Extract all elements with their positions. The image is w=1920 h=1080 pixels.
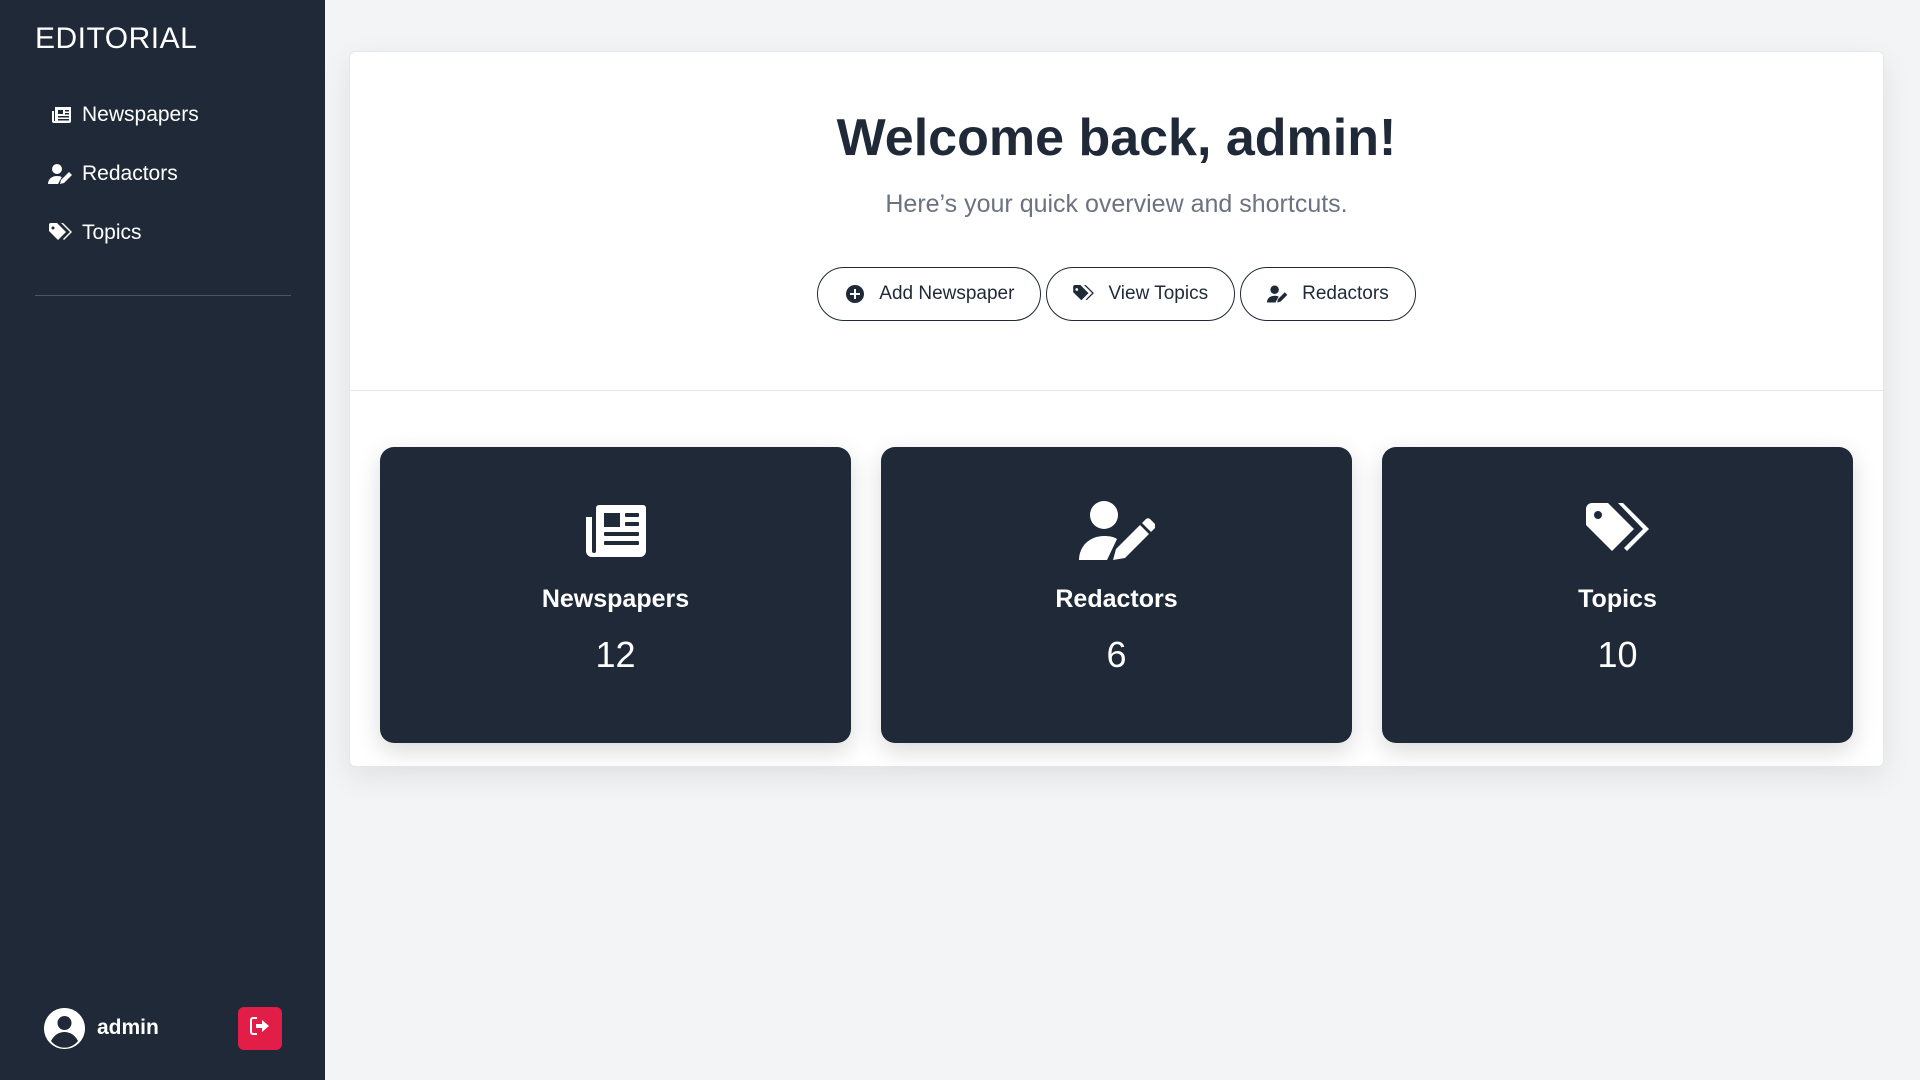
stat-card-redactors[interactable]: Redactors 6 [881, 447, 1352, 743]
brand-title: EDITORIAL [35, 22, 198, 55]
logout-button[interactable] [238, 1006, 282, 1050]
sidebar-item-newspapers[interactable]: Newspapers [48, 98, 278, 132]
stats-cards: Newspapers 12 Redactors 6 Topics 10 [380, 447, 1853, 743]
sidebar-item-topics[interactable]: Topics [48, 216, 278, 250]
stat-label: Newspapers [541, 585, 690, 613]
button-label: View Topics [1108, 283, 1209, 304]
page-title: Welcome back, admin! [836, 109, 1397, 167]
newspaper-icon [585, 501, 647, 561]
stat-value: 6 [1106, 634, 1127, 675]
stat-label: Redactors [1055, 585, 1178, 613]
dashboard-panel: Welcome back, admin! Here’s your quick o… [349, 51, 1884, 767]
view-topics-button[interactable]: View Topics [1046, 267, 1236, 321]
sidebar-item-label: Newspapers [82, 103, 199, 126]
stat-value: 10 [1597, 634, 1638, 675]
sidebar-nav: Newspapers Redactors Topics [48, 98, 278, 275]
logout-icon [250, 1016, 270, 1040]
page-subtitle: Here’s your quick overview and shortcuts… [885, 190, 1348, 218]
tags-icon [1585, 501, 1650, 561]
user-area: admin [44, 1006, 282, 1050]
newspaper-icon [48, 104, 74, 126]
sidebar-item-label: Topics [82, 221, 142, 244]
redactors-button[interactable]: Redactors [1240, 267, 1416, 321]
stat-card-topics[interactable]: Topics 10 [1382, 447, 1853, 743]
username: admin [97, 1016, 159, 1039]
button-label: Redactors [1302, 283, 1389, 304]
quick-actions: Add Newspaper View Topics Redactors [350, 267, 1883, 321]
stat-label: Topics [1578, 585, 1657, 613]
sidebar-divider [35, 295, 291, 296]
sidebar-item-redactors[interactable]: Redactors [48, 157, 278, 191]
sidebar: EDITORIAL Newspapers Redactors Topics ad… [0, 0, 325, 1080]
tags-icon [1073, 284, 1095, 304]
plus-circle-icon [844, 284, 866, 304]
stat-card-newspapers[interactable]: Newspapers 12 [380, 447, 851, 743]
sidebar-item-label: Redactors [82, 162, 178, 185]
button-label: Add Newspaper [879, 283, 1015, 304]
welcome-hero: Welcome back, admin! Here’s your quick o… [350, 52, 1883, 391]
tags-icon [48, 222, 74, 244]
main-content: Welcome back, admin! Here’s your quick o… [325, 0, 1920, 1080]
user-pen-icon [1267, 284, 1289, 304]
app: EDITORIAL Newspapers Redactors Topics ad… [0, 0, 1920, 1080]
user-pen-icon [48, 163, 74, 185]
add-newspaper-button[interactable]: Add Newspaper [817, 267, 1042, 321]
user-circle-icon[interactable] [44, 1007, 85, 1049]
user-pen-icon [1078, 501, 1155, 561]
stat-value: 12 [595, 634, 636, 675]
